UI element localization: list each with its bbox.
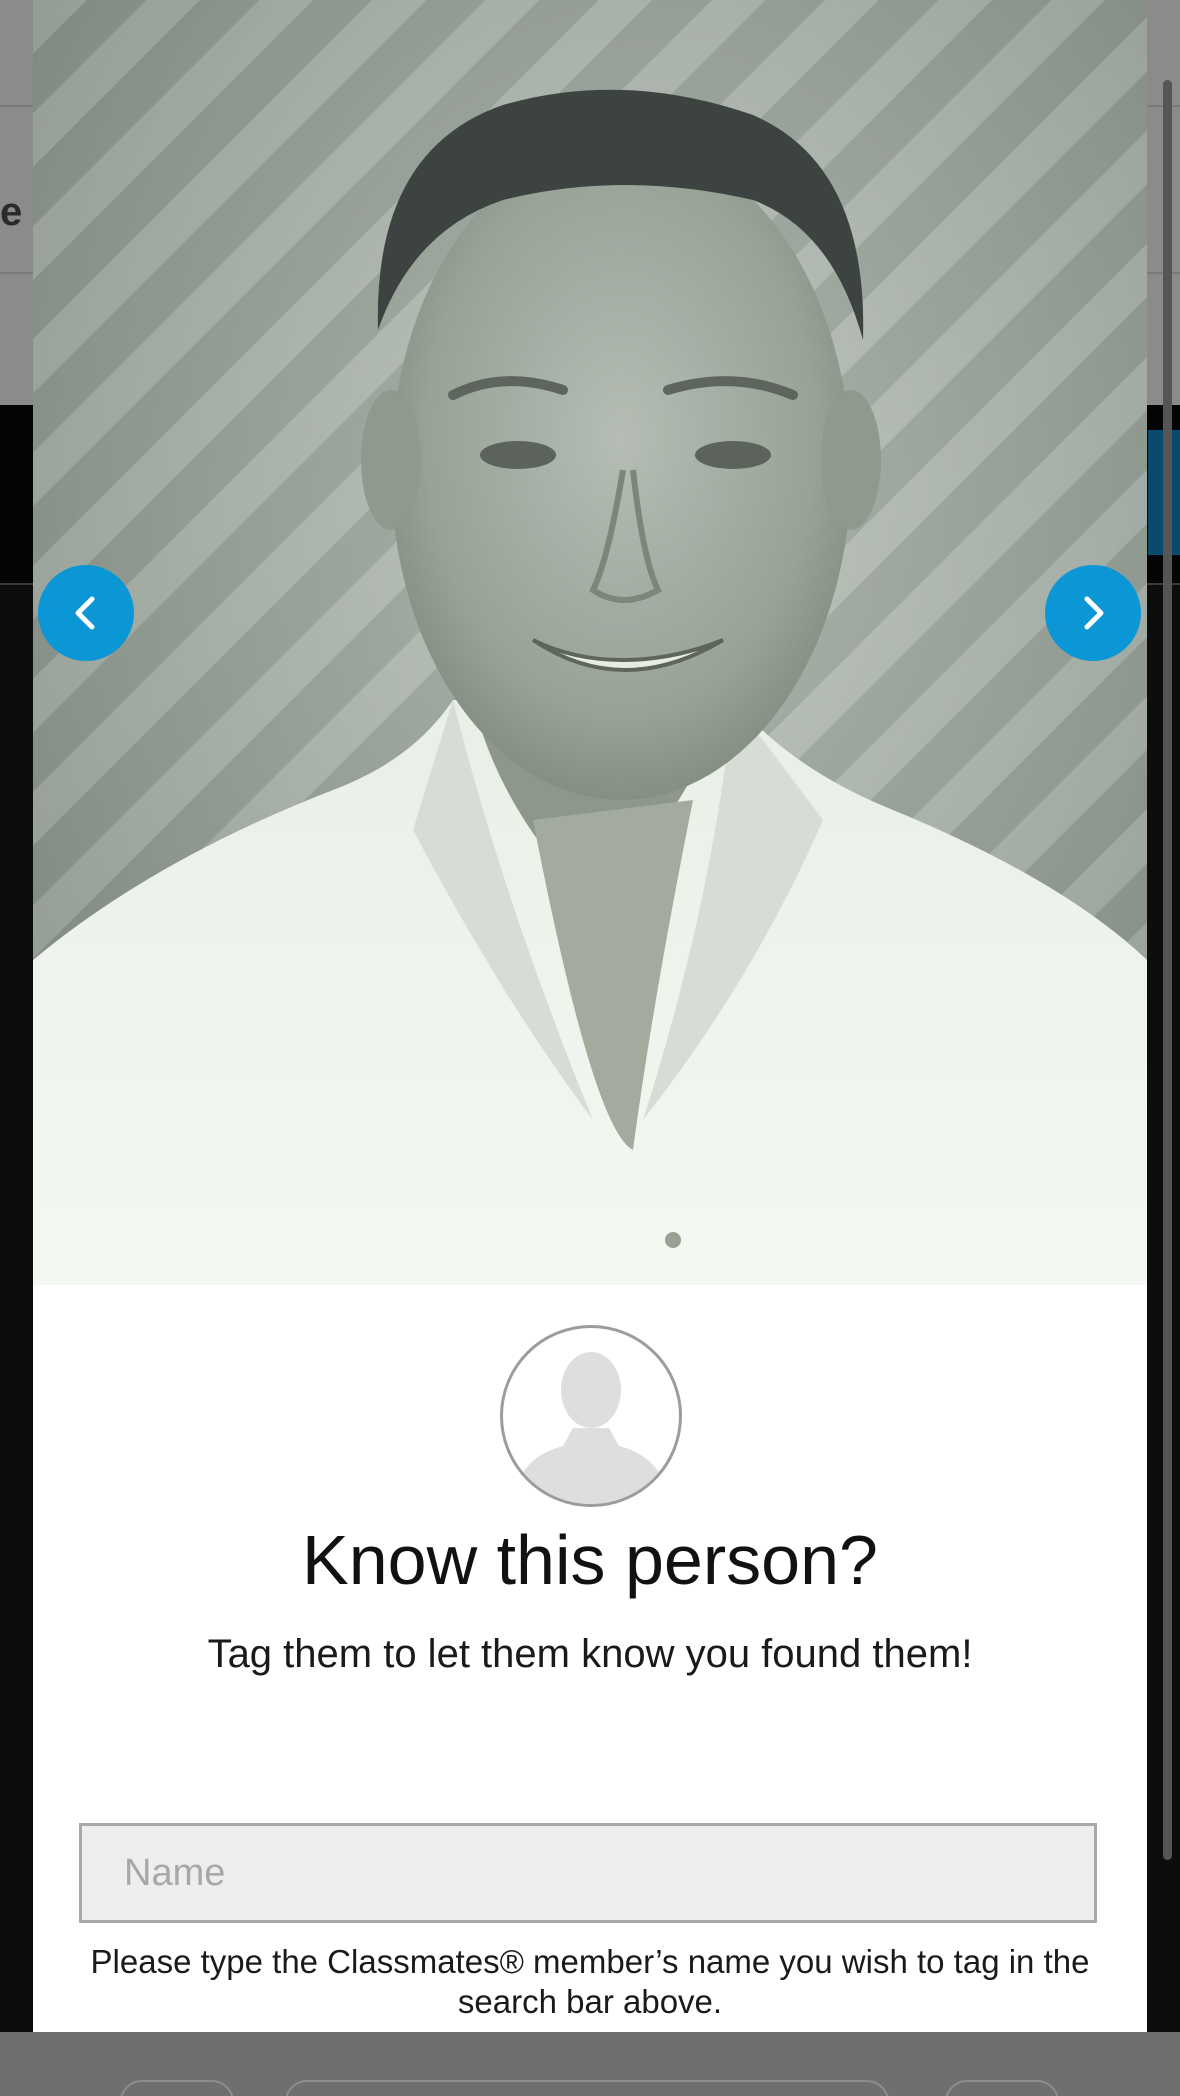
scrollbar[interactable]	[1163, 80, 1172, 1860]
panel-subtitle: Tag them to let them know you found them…	[207, 1632, 973, 1676]
person-silhouette-icon	[513, 1352, 669, 1504]
panel-title: Know this person?	[302, 1521, 878, 1599]
yearbook-photo	[33, 0, 1147, 1285]
next-photo-button[interactable]	[1045, 565, 1141, 661]
page: e Know this person? Tag them to let them…	[0, 0, 1180, 2096]
helper-text: Please type the Classmates® member’s nam…	[90, 1943, 1090, 2020]
background-heading-fragment: e	[0, 190, 23, 234]
toolbar-button[interactable]	[945, 2080, 1059, 2096]
avatar	[500, 1325, 682, 1507]
portrait-illustration	[33, 89, 1147, 1285]
photo-tag-modal: Know this person? Tag them to let them k…	[33, 0, 1147, 2032]
name-search-input[interactable]	[79, 1823, 1097, 1923]
previous-photo-button[interactable]	[38, 565, 134, 661]
toolbar-field[interactable]	[285, 2080, 889, 2096]
chevron-right-icon	[1084, 596, 1104, 630]
bottom-toolbar	[0, 2032, 1180, 2096]
toolbar-button[interactable]	[120, 2080, 234, 2096]
chevron-left-icon	[75, 596, 95, 630]
